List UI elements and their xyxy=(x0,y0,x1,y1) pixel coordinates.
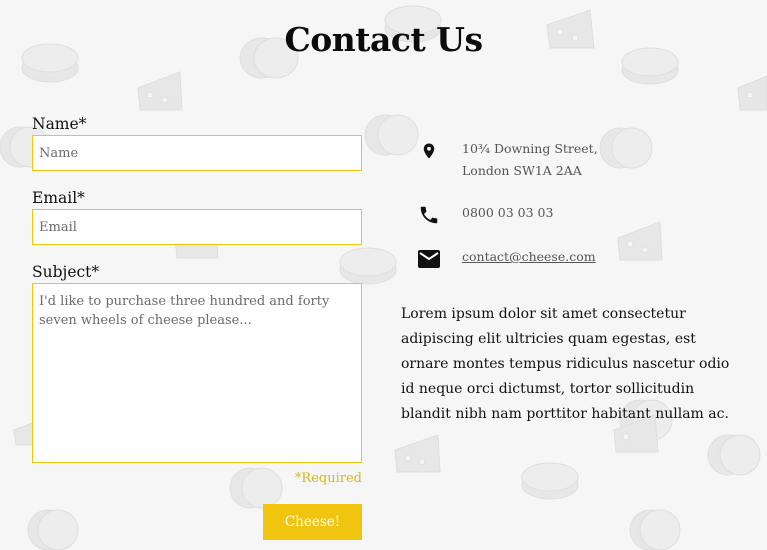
location-pin-icon xyxy=(416,138,442,164)
phone-number: 0800 03 03 03 xyxy=(462,205,554,220)
name-input[interactable] xyxy=(32,135,362,171)
phone-icon xyxy=(416,202,442,228)
required-note: *Required xyxy=(294,471,362,486)
phone-row: 0800 03 03 03 xyxy=(416,202,746,246)
email-label: Email* xyxy=(32,189,85,207)
description-text: Lorem ipsum dolor sit amet consectetur a… xyxy=(401,306,730,422)
address-line-2: London SW1A 2AA xyxy=(462,163,582,178)
contact-page: Contact Us Name* Email* Subject* *Requir… xyxy=(0,0,767,550)
email-input[interactable] xyxy=(32,209,362,245)
page-title: Contact Us xyxy=(284,20,483,59)
email-link[interactable]: contact@cheese.com xyxy=(462,249,596,264)
subject-textarea[interactable] xyxy=(32,283,362,463)
email-row: contact@cheese.com xyxy=(416,246,746,272)
submit-button[interactable]: Cheese! xyxy=(263,504,362,540)
address-line-1: 10¾ Downing Street, xyxy=(462,141,598,156)
address-row: 10¾ Downing Street, London SW1A 2AA xyxy=(416,138,746,204)
contact-info: 10¾ Downing Street, London SW1A 2AA 0800… xyxy=(416,138,746,272)
contact-form: Name* Email* Subject* *Required Cheese! xyxy=(32,113,362,540)
subject-label: Subject* xyxy=(32,263,100,281)
mail-icon xyxy=(416,246,442,272)
name-label: Name* xyxy=(32,115,87,133)
